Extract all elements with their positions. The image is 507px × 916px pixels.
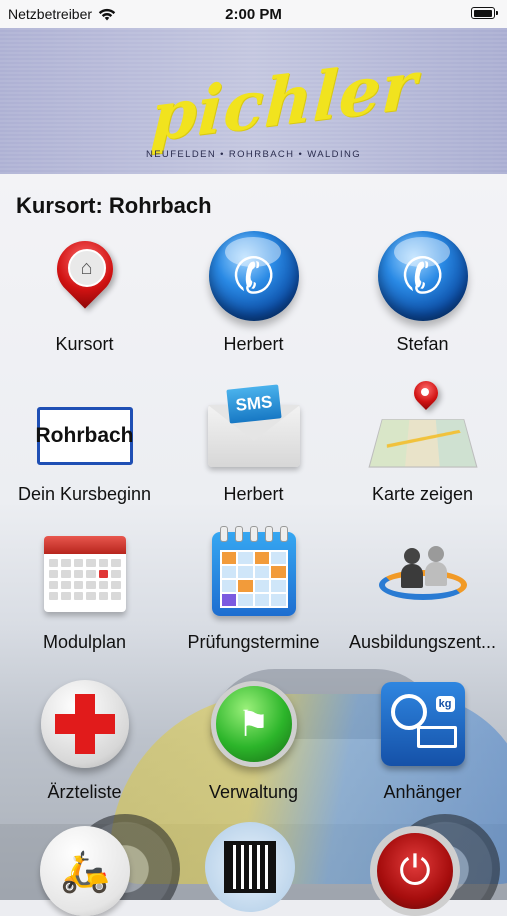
tile-label: Prüfungstermine [187, 632, 320, 652]
tile-aerzteliste[interactable]: Ärzteliste [0, 670, 169, 818]
calendar-icon [37, 526, 133, 622]
power-icon[interactable]: ⏻ [370, 826, 460, 916]
tile-label: Ärzteliste [47, 782, 122, 802]
brand-tagline: NEUFELDEN • ROHRBACH • WALDING [145, 149, 362, 160]
tile-modulplan[interactable]: Modulplan [0, 520, 169, 668]
tile-anhaenger[interactable]: kg Anhänger [338, 670, 507, 818]
tile-label: Modulplan [42, 632, 127, 652]
location-pin-icon: ⌂ [37, 228, 133, 324]
phone-icon: ✆ [375, 228, 471, 324]
tile-karte-zeigen[interactable]: Karte zeigen [338, 372, 507, 520]
tile-label: Kursort [55, 334, 114, 354]
tile-label: Dein Kursbeginn [17, 484, 152, 504]
qr-code-icon[interactable] [205, 822, 295, 912]
phone-icon: ✆ [206, 228, 302, 324]
brand-logo: pichler [148, 45, 420, 157]
planner-icon [206, 526, 302, 622]
tile-pruefungstermine[interactable]: Prüfungstermine [169, 520, 338, 668]
tile-sms-herbert[interactable]: SMS Herbert [169, 372, 338, 520]
tile-label: Herbert [223, 484, 284, 504]
page-title: Kursort: Rohrbach [16, 193, 212, 218]
header-banner: pichler NEUFELDEN • ROHRBACH • WALDING [0, 28, 507, 174]
sms-envelope-icon: SMS [206, 384, 302, 484]
tile-label: Verwaltung [208, 782, 299, 802]
tile-label: Stefan [396, 334, 449, 354]
tile-ausbildungszentrum[interactable]: Ausbildungszent... [338, 520, 507, 668]
flag-icon: ⚑ [206, 676, 302, 772]
tile-kursort[interactable]: ⌂ Kursort [0, 222, 169, 370]
trailer-icon: kg [375, 676, 471, 772]
tile-dein-kursbeginn[interactable]: Rohrbach Dein Kursbeginn [0, 372, 169, 520]
status-bar: Netzbetreiber 2:00 PM [0, 0, 507, 28]
people-icon [375, 526, 471, 622]
tile-verwaltung[interactable]: ⚑ Verwaltung [169, 670, 338, 818]
red-cross-icon [37, 676, 133, 772]
battery-icon [471, 7, 498, 19]
town-sign-icon: Rohrbach [36, 388, 134, 484]
status-time: 2:00 PM [225, 6, 282, 23]
tile-label: Ausbildungszent... [348, 632, 497, 652]
tile-label: Herbert [223, 334, 284, 354]
tile-label: Karte zeigen [371, 484, 474, 504]
tile-call-stefan[interactable]: ✆ Stefan [338, 222, 507, 370]
tile-label: Anhänger [383, 782, 462, 802]
scooter-icon[interactable]: 🛵 [40, 826, 130, 916]
map-icon [367, 376, 478, 488]
tile-call-herbert[interactable]: ✆ Herbert [169, 222, 338, 370]
